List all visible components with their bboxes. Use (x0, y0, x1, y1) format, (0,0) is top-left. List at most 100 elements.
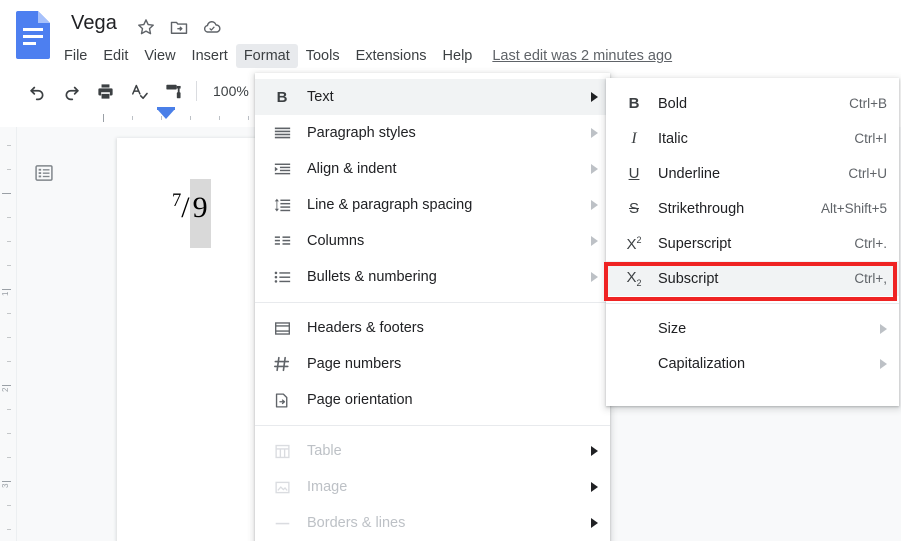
star-icon[interactable] (136, 17, 156, 37)
menu-tools[interactable]: Tools (298, 44, 348, 68)
align-indent-icon (269, 161, 295, 178)
menu-edit[interactable]: Edit (95, 44, 136, 68)
menu-item-label: Bullets & numbering (307, 269, 437, 285)
text-submenu[interactable]: B Bold Ctrl+B I Italic Ctrl+I U Underlin… (606, 78, 899, 406)
headers-footers-icon (269, 320, 295, 337)
ruler-tick (7, 505, 11, 506)
google-docs-window: Vega File Edit View Insert Format Tools … (0, 0, 901, 541)
text-submenu-item-size[interactable]: Size (606, 311, 899, 346)
vertical-ruler[interactable]: 1 2 3 (0, 127, 17, 541)
menu-item-shortcut: Ctrl+U (848, 166, 887, 181)
ruler-tick (132, 116, 133, 120)
bold-icon: B (628, 95, 640, 112)
ruler-tick (7, 313, 11, 314)
cloud-saved-icon[interactable] (202, 17, 222, 37)
text-submenu-item-underline[interactable]: U Underline Ctrl+U (606, 156, 899, 191)
format-menu-item-image: Image (255, 469, 610, 505)
left-indent-marker[interactable] (157, 109, 175, 119)
menu-extensions[interactable]: Extensions (348, 44, 435, 68)
chevron-right-icon (591, 128, 598, 138)
move-to-folder-icon[interactable] (169, 17, 189, 37)
format-menu-item-page-numbers[interactable]: Page numbers (255, 346, 610, 382)
paint-format-icon[interactable] (160, 78, 186, 104)
text-submenu-item-capitalization[interactable]: Capitalization (606, 346, 899, 381)
ruler-tick (2, 385, 11, 386)
menu-item-label: Borders & lines (307, 515, 406, 531)
google-docs-logo[interactable] (14, 10, 52, 60)
menu-insert[interactable]: Insert (184, 44, 236, 68)
format-menu-item-borders-lines: Borders & lines (255, 505, 610, 541)
ruler-tick (103, 114, 104, 122)
print-icon[interactable] (92, 78, 118, 104)
format-menu-item-text[interactable]: B Text (255, 79, 610, 115)
menu-item-label: Strikethrough (658, 200, 745, 217)
menu-item-shortcut: Ctrl+. (854, 236, 887, 251)
menu-item-label: Align & indent (307, 161, 397, 177)
menu-item-label: Page numbers (307, 356, 402, 372)
undo-icon[interactable] (24, 78, 50, 104)
redo-icon[interactable] (58, 78, 84, 104)
ruler-number: 3 (1, 483, 10, 488)
spelling-check-icon[interactable] (126, 78, 152, 104)
menu-help[interactable]: Help (435, 44, 481, 68)
format-menu-item-bullets-numbering[interactable]: Bullets & numbering (255, 259, 610, 295)
table-icon (269, 443, 295, 460)
menu-item-label: Size (658, 320, 687, 337)
image-icon (269, 479, 295, 496)
format-menu-item-page-orientation[interactable]: Page orientation (255, 382, 610, 418)
superscript-icon: X2 (626, 234, 642, 253)
menu-item-label: Capitalization (658, 355, 746, 372)
format-menu-item-line-paragraph-spacing[interactable]: Line & paragraph spacing (255, 187, 610, 223)
format-menu-item-paragraph-styles[interactable]: Paragraph styles (255, 115, 610, 151)
chevron-right-icon (591, 518, 598, 528)
chevron-right-icon (591, 236, 598, 246)
ruler-tick (7, 457, 11, 458)
ruler-tick (7, 265, 11, 266)
format-menu-item-columns[interactable]: Columns (255, 223, 610, 259)
menu-file[interactable]: File (56, 44, 95, 68)
menu-item-label: Headers & footers (307, 320, 424, 336)
menu-item-label: Paragraph styles (307, 125, 416, 141)
last-edit-status[interactable]: Last edit was 2 minutes ago (492, 48, 672, 64)
menu-divider (255, 302, 610, 303)
ruler-tick (2, 289, 11, 290)
show-document-outline-icon[interactable] (30, 159, 58, 187)
chevron-right-icon (591, 200, 598, 210)
menu-item-label: Underline (658, 165, 721, 182)
text-submenu-item-superscript[interactable]: X2 Superscript Ctrl+. (606, 226, 899, 261)
document-title[interactable]: Vega (71, 12, 117, 35)
slash-character: / (181, 191, 190, 224)
document-body-text[interactable]: 7/9 (172, 179, 211, 248)
ruler-tick (7, 361, 11, 362)
format-dropdown-menu[interactable]: B Text Paragraph styles Align & indent L… (255, 73, 610, 541)
chevron-right-icon (591, 482, 598, 492)
menu-view[interactable]: View (136, 44, 183, 68)
bullets-numbering-icon (269, 269, 295, 286)
text-submenu-item-italic[interactable]: I Italic Ctrl+I (606, 121, 899, 156)
format-menu-item-align-indent[interactable]: Align & indent (255, 151, 610, 187)
line-spacing-icon (269, 197, 295, 214)
menu-item-label: Italic (658, 130, 688, 147)
text-submenu-item-strikethrough[interactable]: S Strikethrough Alt+Shift+5 (606, 191, 899, 226)
chevron-right-icon (591, 92, 598, 102)
bold-text-icon: B (276, 88, 288, 106)
menu-item-label: Table (307, 443, 342, 459)
app-header: Vega File Edit View Insert Format Tools … (0, 0, 901, 72)
menu-item-label: Page orientation (307, 392, 413, 408)
format-menu-item-headers-footers[interactable]: Headers & footers (255, 310, 610, 346)
text-submenu-item-bold[interactable]: B Bold Ctrl+B (606, 86, 899, 121)
ruler-tick (7, 529, 11, 530)
menu-item-label: Bold (658, 95, 688, 112)
selected-character[interactable]: 9 (189, 179, 211, 248)
menu-format[interactable]: Format (235, 44, 298, 68)
menu-item-label: Text (307, 89, 334, 105)
menu-divider (606, 303, 899, 304)
ruler-number: 2 (1, 387, 10, 392)
text-submenu-item-subscript[interactable]: X2 Subscript Ctrl+, (606, 261, 899, 296)
ruler-tick (248, 116, 249, 120)
menu-item-shortcut: Ctrl+B (849, 96, 887, 111)
ruler-tick (7, 409, 11, 410)
superscript-character: 7 (172, 190, 182, 211)
menu-item-label: Line & paragraph spacing (307, 197, 473, 213)
title-action-icons (136, 17, 222, 37)
